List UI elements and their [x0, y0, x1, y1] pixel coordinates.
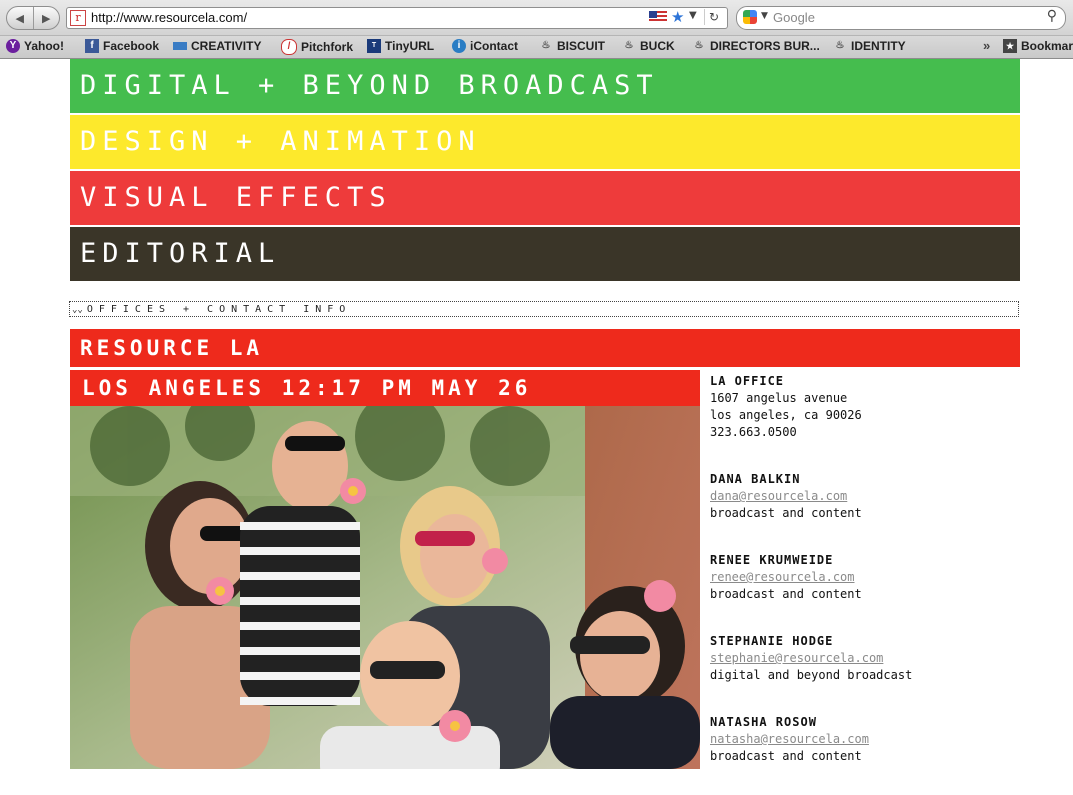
- history-buttons: ◀ ▶: [6, 6, 60, 30]
- bookmark-label: Facebook: [103, 39, 160, 53]
- team-photo: [70, 406, 700, 769]
- bookmarks-menu-label: Bookmar: [1021, 39, 1073, 53]
- bookmark-buck[interactable]: ♨ BUCK: [622, 39, 675, 53]
- bookmark-label: IDENTITY: [851, 39, 906, 53]
- browser-toolbar: ◀ ▶ r http://www.resourcela.com/ ★ ▼ ↻ ▼…: [0, 0, 1073, 36]
- bookmark-biscuit[interactable]: ♨ BISCUIT: [539, 39, 605, 53]
- contact-name: STEPHANIE HODGE: [710, 634, 834, 648]
- back-icon[interactable]: ◀: [7, 7, 34, 29]
- nav-editorial[interactable]: EDITORIAL: [70, 227, 1020, 281]
- search-engine-dropdown-icon[interactable]: ▼: [761, 11, 768, 21]
- bookmark-label: CREATIVITY: [191, 39, 262, 53]
- magnifier-icon[interactable]: ⚲: [1047, 8, 1057, 24]
- contact-email-link[interactable]: renee@resourcela.com: [710, 569, 1050, 586]
- address-bar[interactable]: r http://www.resourcela.com/ ★ ▼ ↻: [66, 7, 728, 29]
- bookmark-identity[interactable]: ♨ IDENTITY: [833, 39, 906, 53]
- bookmark-label: TinyURL: [385, 39, 435, 53]
- contact-role: broadcast and content: [710, 587, 862, 601]
- contact-list: LA OFFICE 1607 angelus avenue los angele…: [710, 373, 1050, 795]
- office-street: 1607 angelus avenue: [710, 391, 848, 405]
- url-text[interactable]: http://www.resourcela.com/: [91, 10, 247, 25]
- contact-name: NATASHA ROSOW: [710, 715, 817, 729]
- contact-email-link[interactable]: stephanie@resourcela.com: [710, 650, 1050, 667]
- history-dropdown-icon[interactable]: ▼: [689, 10, 697, 21]
- forward-icon[interactable]: ▶: [34, 7, 60, 29]
- bookmark-label: DIRECTORS BUR...: [710, 39, 820, 53]
- icontact-icon: i: [452, 39, 466, 53]
- page: DIGITAL + BEYOND BROADCAST DESIGN + ANIM…: [0, 59, 1073, 778]
- office-clock: LOS ANGELES 12:17 PM MAY 26: [70, 370, 700, 406]
- contact-card: NATASHA ROSOW natasha@resourcela.com bro…: [710, 714, 1050, 765]
- bookmark-creativity[interactable]: CREATIVITY: [173, 39, 261, 53]
- contact-name: DANA BALKIN: [710, 472, 801, 486]
- bookmark-pitchfork[interactable]: / Pitchfork: [281, 39, 353, 55]
- flame-icon: ♨: [624, 40, 634, 51]
- bookmarks-menu[interactable]: ★ Bookmar: [1003, 39, 1073, 53]
- bookmark-star-icon[interactable]: ★: [671, 8, 684, 26]
- offices-toggle-label: OFFICES + CONTACT INFO: [86, 304, 352, 315]
- site-favicon-icon: r: [70, 10, 86, 26]
- bookmark-label: Yahoo!: [24, 39, 65, 53]
- contact-role: broadcast and content: [710, 506, 862, 520]
- pitchfork-icon: /: [281, 39, 297, 55]
- bookmark-label: BUCK: [640, 39, 675, 53]
- yahoo-icon: Y: [6, 39, 20, 53]
- office-address-block: LA OFFICE 1607 angelus avenue los angele…: [710, 373, 1050, 441]
- contact-email-link[interactable]: natasha@resourcela.com: [710, 731, 1050, 748]
- bookmark-icontact[interactable]: i iContact: [452, 39, 518, 53]
- bookmark-facebook[interactable]: f Facebook: [85, 39, 159, 53]
- contact-name: RENEE KRUMWEIDE: [710, 553, 834, 567]
- reload-icon[interactable]: ↻: [704, 9, 723, 25]
- tinyurl-icon: T: [367, 39, 381, 53]
- search-bar[interactable]: ▼ Google ⚲: [736, 6, 1066, 30]
- flame-icon: ♨: [835, 40, 845, 51]
- creativity-icon: [173, 42, 187, 50]
- nav-visual-effects[interactable]: VISUAL EFFECTS: [70, 171, 1020, 225]
- google-icon[interactable]: [743, 10, 757, 24]
- bookmarks-bar: Y Yahoo! f Facebook CREATIVITY / Pitchfork …: [0, 36, 1073, 59]
- search-input[interactable]: Google: [773, 10, 815, 25]
- office-city: los angeles, ca 90026: [710, 408, 862, 422]
- flame-icon: ♨: [694, 40, 704, 51]
- contact-role: broadcast and content: [710, 749, 862, 763]
- us-flag-icon: [649, 11, 667, 23]
- flame-icon: ♨: [541, 40, 551, 51]
- contact-card: STEPHANIE HODGE stephanie@resourcela.com…: [710, 633, 1050, 684]
- bookmarks-overflow-icon[interactable]: »: [983, 38, 990, 53]
- bookmark-label: iContact: [470, 39, 518, 53]
- nav-digital-beyond-broadcast[interactable]: DIGITAL + BEYOND BROADCAST: [70, 59, 1020, 113]
- facebook-icon: f: [85, 39, 99, 53]
- bookmark-tinyurl[interactable]: T TinyURL: [367, 39, 434, 53]
- office-title: RESOURCE LA: [70, 329, 1020, 367]
- contact-email-link[interactable]: dana@resourcela.com: [710, 488, 1050, 505]
- bookmark-label: Pitchfork: [301, 40, 354, 54]
- contact-card: DANA BALKIN dana@resourcela.com broadcas…: [710, 471, 1050, 522]
- office-phone: 323.663.0500: [710, 425, 797, 439]
- bookmark-label: BISCUIT: [557, 39, 605, 53]
- contact-card: RENEE KRUMWEIDE renee@resourcela.com bro…: [710, 552, 1050, 603]
- bookmarks-icon: ★: [1003, 39, 1017, 53]
- office-heading: LA OFFICE: [710, 374, 785, 388]
- nav-design-animation[interactable]: DESIGN + ANIMATION: [70, 115, 1020, 169]
- contact-role: digital and beyond broadcast: [710, 668, 913, 682]
- offices-contact-toggle[interactable]: ⌄⌄ OFFICES + CONTACT INFO: [69, 301, 1019, 317]
- team-photo-image: [70, 406, 700, 769]
- bookmark-directors-bureau[interactable]: ♨ DIRECTORS BUR...: [692, 39, 820, 53]
- chevron-down-icon: ⌄⌄: [72, 305, 83, 315]
- bookmark-yahoo[interactable]: Y Yahoo!: [6, 39, 64, 53]
